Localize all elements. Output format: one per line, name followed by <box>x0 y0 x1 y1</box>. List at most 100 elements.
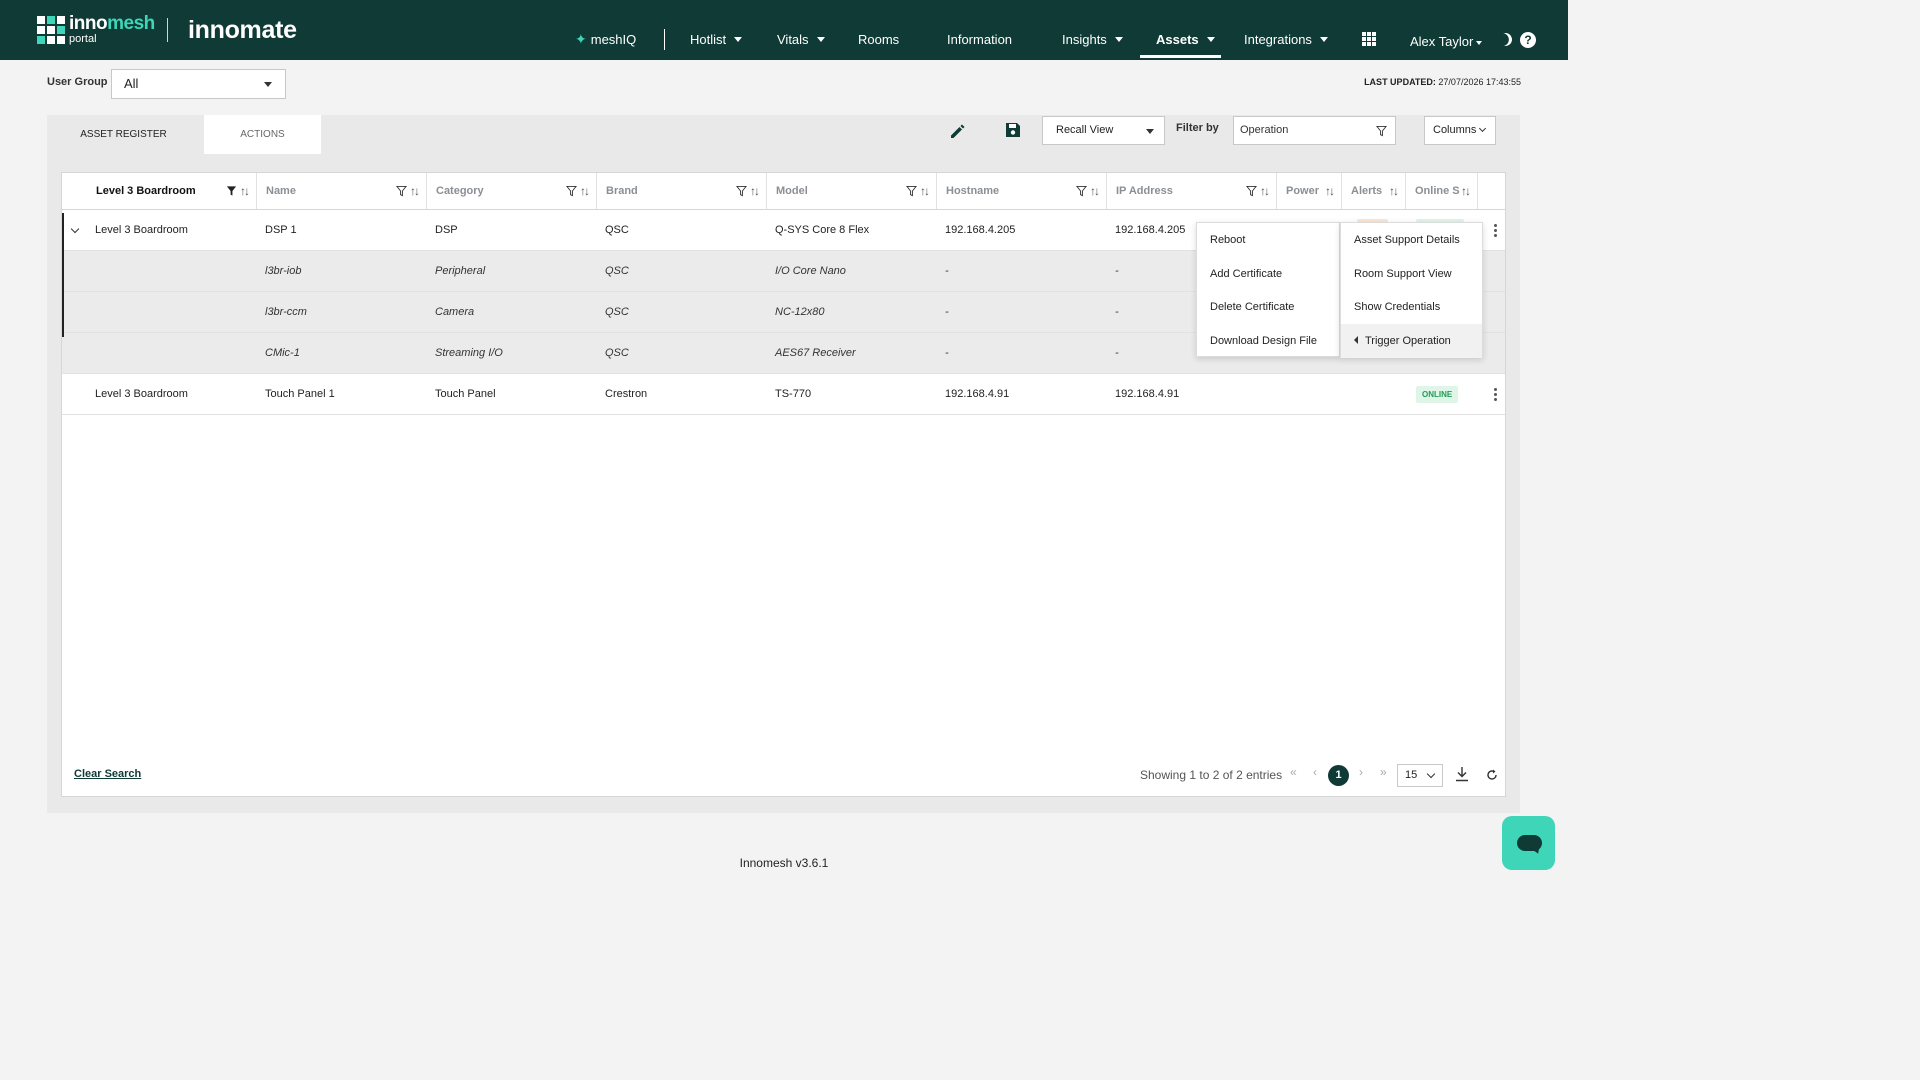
nav-information-label: Information <box>947 32 1013 47</box>
innomate-logo[interactable]: innomate <box>188 16 297 45</box>
sort-icon[interactable]: ↑↓ <box>920 173 930 209</box>
sort-icon[interactable]: ↑↓ <box>750 173 760 209</box>
columns-button[interactable]: Columns <box>1424 116 1496 145</box>
menu-item-download-design-file[interactable]: Download Design File <box>1197 324 1339 358</box>
cell-brand: QSC <box>605 224 629 236</box>
child-group-indicator <box>62 213 64 337</box>
nav-assets[interactable]: Assets <box>1140 0 1221 60</box>
download-icon[interactable] <box>1455 766 1469 782</box>
menu-item-asset-support-details[interactable]: Asset Support Details <box>1341 223 1482 257</box>
column-header-label: Brand <box>606 185 638 197</box>
page-1-button[interactable]: 1 <box>1328 765 1349 786</box>
filter-by-input[interactable]: Operation <box>1233 116 1396 145</box>
column-header-ip-address[interactable]: IP Address ↑↓ <box>1107 173 1277 209</box>
table-row[interactable]: Level 3 Boardroom Touch Panel 1 Touch Pa… <box>62 374 1505 415</box>
logo-text-mesh: mesh <box>107 13 155 34</box>
nav-meshiq[interactable]: ✦ meshIQ <box>575 0 636 60</box>
refresh-icon[interactable] <box>1486 769 1498 781</box>
apps-grid-icon[interactable] <box>1362 32 1376 46</box>
last-updated-value: 27/07/2026 17:43:55 <box>1438 77 1521 87</box>
cell-model: I/O Core Nano <box>775 265 846 277</box>
sort-icon[interactable]: ↑↓ <box>1389 173 1399 209</box>
recall-view-select[interactable]: Recall View <box>1042 116 1165 145</box>
column-header-online-status[interactable]: Online S ↑↓ <box>1406 173 1478 209</box>
sort-icon[interactable]: ↑↓ <box>1325 173 1335 209</box>
column-header-name[interactable]: Name ↑↓ <box>257 173 427 209</box>
cell-category: Camera <box>435 306 475 318</box>
logo-text-inno: inno <box>69 13 108 34</box>
more-vert-icon[interactable] <box>1494 388 1497 401</box>
sort-icon[interactable]: ↑↓ <box>580 173 590 209</box>
user-menu[interactable]: Alex Taylor <box>1410 0 1483 83</box>
filter-icon[interactable] <box>736 185 747 197</box>
page-size-select[interactable]: 15 <box>1397 764 1443 787</box>
first-page-button[interactable]: « <box>1290 765 1297 779</box>
column-header-group[interactable]: Level 3 Boardroom ↑↓ <box>62 173 257 209</box>
chevron-down-icon[interactable] <box>70 224 80 234</box>
column-header-hostname[interactable]: Hostname ↑↓ <box>937 173 1107 209</box>
filter-icon[interactable] <box>906 185 917 197</box>
cell-name: l3br-ccm <box>265 306 307 318</box>
column-header-category[interactable]: Category ↑↓ <box>427 173 597 209</box>
caret-down-icon <box>1206 37 1215 43</box>
menu-item-trigger-operation[interactable]: Trigger Operation <box>1341 324 1482 358</box>
tab-asset-register[interactable]: ASSET REGISTER <box>47 115 200 154</box>
save-icon[interactable] <box>1004 121 1022 139</box>
menu-item-room-support-view[interactable]: Room Support View <box>1341 257 1482 291</box>
menu-item-add-certificate[interactable]: Add Certificate <box>1197 257 1339 291</box>
menu-item-reboot[interactable]: Reboot <box>1197 223 1339 257</box>
column-header-model[interactable]: Model ↑↓ <box>767 173 937 209</box>
tab-actions[interactable]: ACTIONS <box>204 115 321 154</box>
chevron-down-icon <box>1479 124 1487 133</box>
prev-page-button[interactable]: ‹ <box>1313 765 1317 779</box>
user-group-select[interactable]: All <box>111 69 286 99</box>
menu-item-delete-certificate[interactable]: Delete Certificate <box>1197 290 1339 324</box>
cell-model: TS-770 <box>775 388 812 400</box>
filter-icon[interactable] <box>566 185 577 197</box>
caret-down-icon <box>816 37 825 43</box>
nav-vitals-label: Vitals <box>777 32 809 47</box>
pencil-icon[interactable] <box>948 121 968 141</box>
cell-brand: QSC <box>605 306 629 318</box>
nav-information[interactable]: Information <box>947 0 1012 60</box>
filter-icon[interactable] <box>226 185 237 197</box>
column-header-alerts[interactable]: Alerts ↑↓ <box>1342 173 1406 209</box>
more-vert-icon[interactable] <box>1494 224 1497 237</box>
cell-category: Peripheral <box>435 265 486 277</box>
filter-by-label: Filter by <box>1176 122 1219 134</box>
column-header-brand[interactable]: Brand ↑↓ <box>597 173 767 209</box>
column-header-label: Hostname <box>946 185 1000 197</box>
column-header-label: Model <box>776 185 808 197</box>
menu-item-show-credentials[interactable]: Show Credentials <box>1341 290 1482 324</box>
nav-vitals[interactable]: Vitals <box>777 0 825 60</box>
filter-icon[interactable] <box>1076 185 1087 197</box>
last-page-button[interactable]: » <box>1380 765 1387 779</box>
chat-support-button[interactable] <box>1502 816 1555 870</box>
column-header-power[interactable]: Power ↑↓ <box>1277 173 1342 209</box>
moon-icon[interactable] <box>1497 31 1514 48</box>
sort-icon[interactable]: ↑↓ <box>1090 173 1100 209</box>
nav-hotlist[interactable]: Hotlist <box>690 0 743 60</box>
sort-icon[interactable]: ↑↓ <box>410 173 420 209</box>
nav-insights[interactable]: Insights <box>1062 0 1123 60</box>
filter-icon[interactable] <box>396 185 407 197</box>
nav-integrations[interactable]: Integrations <box>1244 0 1328 60</box>
innomesh-logo-icon <box>37 15 65 44</box>
nav-rooms[interactable]: Rooms <box>858 0 899 60</box>
sort-icon[interactable]: ↑↓ <box>1461 173 1471 209</box>
next-page-button[interactable]: › <box>1359 765 1363 779</box>
filter-icon[interactable] <box>1246 185 1257 197</box>
cell-ip-address: 192.168.4.205 <box>1115 224 1186 236</box>
caret-down-icon <box>264 82 272 87</box>
cell-category: Touch Panel <box>435 388 496 400</box>
sort-icon[interactable]: ↑↓ <box>240 173 250 209</box>
help-icon[interactable]: ? <box>1520 32 1536 48</box>
clear-search-link[interactable]: Clear Search <box>74 768 141 780</box>
user-name: Alex Taylor <box>1410 34 1474 49</box>
sort-icon[interactable]: ↑↓ <box>1260 173 1270 209</box>
menu-item-label: Trigger Operation <box>1365 335 1451 347</box>
caret-down-icon <box>1476 40 1483 45</box>
nav-divider <box>664 29 665 50</box>
innomesh-logo[interactable]: innomesh portal <box>37 14 155 45</box>
chevron-down-icon <box>1426 769 1436 779</box>
